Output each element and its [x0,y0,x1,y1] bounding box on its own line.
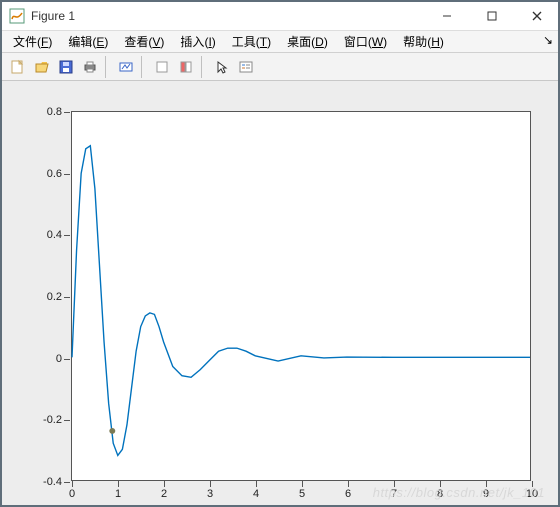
x-tick [532,481,533,487]
x-tick-label: 8 [437,488,443,500]
y-tick [64,359,70,360]
y-tick-label: -0.2 [43,414,62,426]
figure-canvas[interactable]: -0.4-0.200.20.40.60.8012345678910 https:… [1,81,559,506]
datacursor-icon[interactable] [151,56,173,78]
y-tick [64,297,70,298]
window-title: Figure 1 [31,9,424,23]
menu-view[interactable]: 查看(V) [120,33,168,50]
link-icon[interactable] [115,56,137,78]
y-tick-label: -0.4 [43,476,62,488]
y-tick [64,112,70,113]
menu-help[interactable]: 帮助(H) [399,33,448,50]
menu-file[interactable]: 文件(F) [9,33,56,50]
axes[interactable]: -0.4-0.200.20.40.60.8012345678910 [71,111,531,481]
menu-insert[interactable]: 插入(I) [176,33,219,50]
x-tick [164,481,165,487]
print-icon[interactable] [79,56,101,78]
x-tick-label: 10 [526,488,538,500]
y-tick [64,420,70,421]
x-tick [440,481,441,487]
insert-legend-icon[interactable] [235,56,257,78]
x-tick-label: 7 [391,488,397,500]
save-icon[interactable] [55,56,77,78]
minimize-button[interactable] [424,1,469,30]
menu-desktop[interactable]: 桌面(D) [283,33,332,50]
toolbar-separator [201,56,207,78]
x-tick [210,481,211,487]
x-tick-label: 3 [207,488,213,500]
new-figure-icon[interactable] [7,56,29,78]
y-tick-label: 0.2 [47,291,62,303]
watermark-text: https://blog.csdn.net/jk_101 [373,485,545,500]
y-tick [64,174,70,175]
x-tick [348,481,349,487]
pointer-icon[interactable] [211,56,233,78]
data-marker [109,428,115,434]
x-tick [118,481,119,487]
close-button[interactable] [514,1,559,30]
y-tick-label: 0.6 [47,168,62,180]
x-tick [302,481,303,487]
x-tick-label: 5 [299,488,305,500]
menu-window[interactable]: 窗口(W) [340,33,391,50]
figure-window: Figure 1 文件(F) 编辑(E) 查看(V) 插入(I) 工具(T) 桌… [0,0,560,507]
x-tick-label: 6 [345,488,351,500]
y-tick [64,482,70,483]
titlebar[interactable]: Figure 1 [1,1,559,31]
x-tick-label: 1 [115,488,121,500]
x-tick-label: 4 [253,488,259,500]
menu-edit[interactable]: 编辑(E) [64,33,112,50]
matlab-figure-icon [9,8,25,24]
x-tick [72,481,73,487]
toolbar-separator [141,56,147,78]
menubar: 文件(F) 编辑(E) 查看(V) 插入(I) 工具(T) 桌面(D) 窗口(W… [1,31,559,53]
line-plot [72,112,530,480]
y-tick-label: 0 [56,353,62,365]
maximize-button[interactable] [469,1,514,30]
toolbar-separator [105,56,111,78]
x-tick [256,481,257,487]
y-tick-label: 0.4 [47,229,62,241]
x-tick-label: 2 [161,488,167,500]
open-icon[interactable] [31,56,53,78]
toolbar [1,53,559,81]
x-tick [394,481,395,487]
menu-tools[interactable]: 工具(T) [228,33,275,50]
dock-figure-icon[interactable]: ↘ [543,33,553,47]
x-tick [486,481,487,487]
y-tick [64,235,70,236]
y-tick-label: 0.8 [47,106,62,118]
series-line [72,146,530,456]
x-tick-label: 0 [69,488,75,500]
x-tick-label: 9 [483,488,489,500]
window-controls [424,1,559,30]
colorbar-icon[interactable] [175,56,197,78]
